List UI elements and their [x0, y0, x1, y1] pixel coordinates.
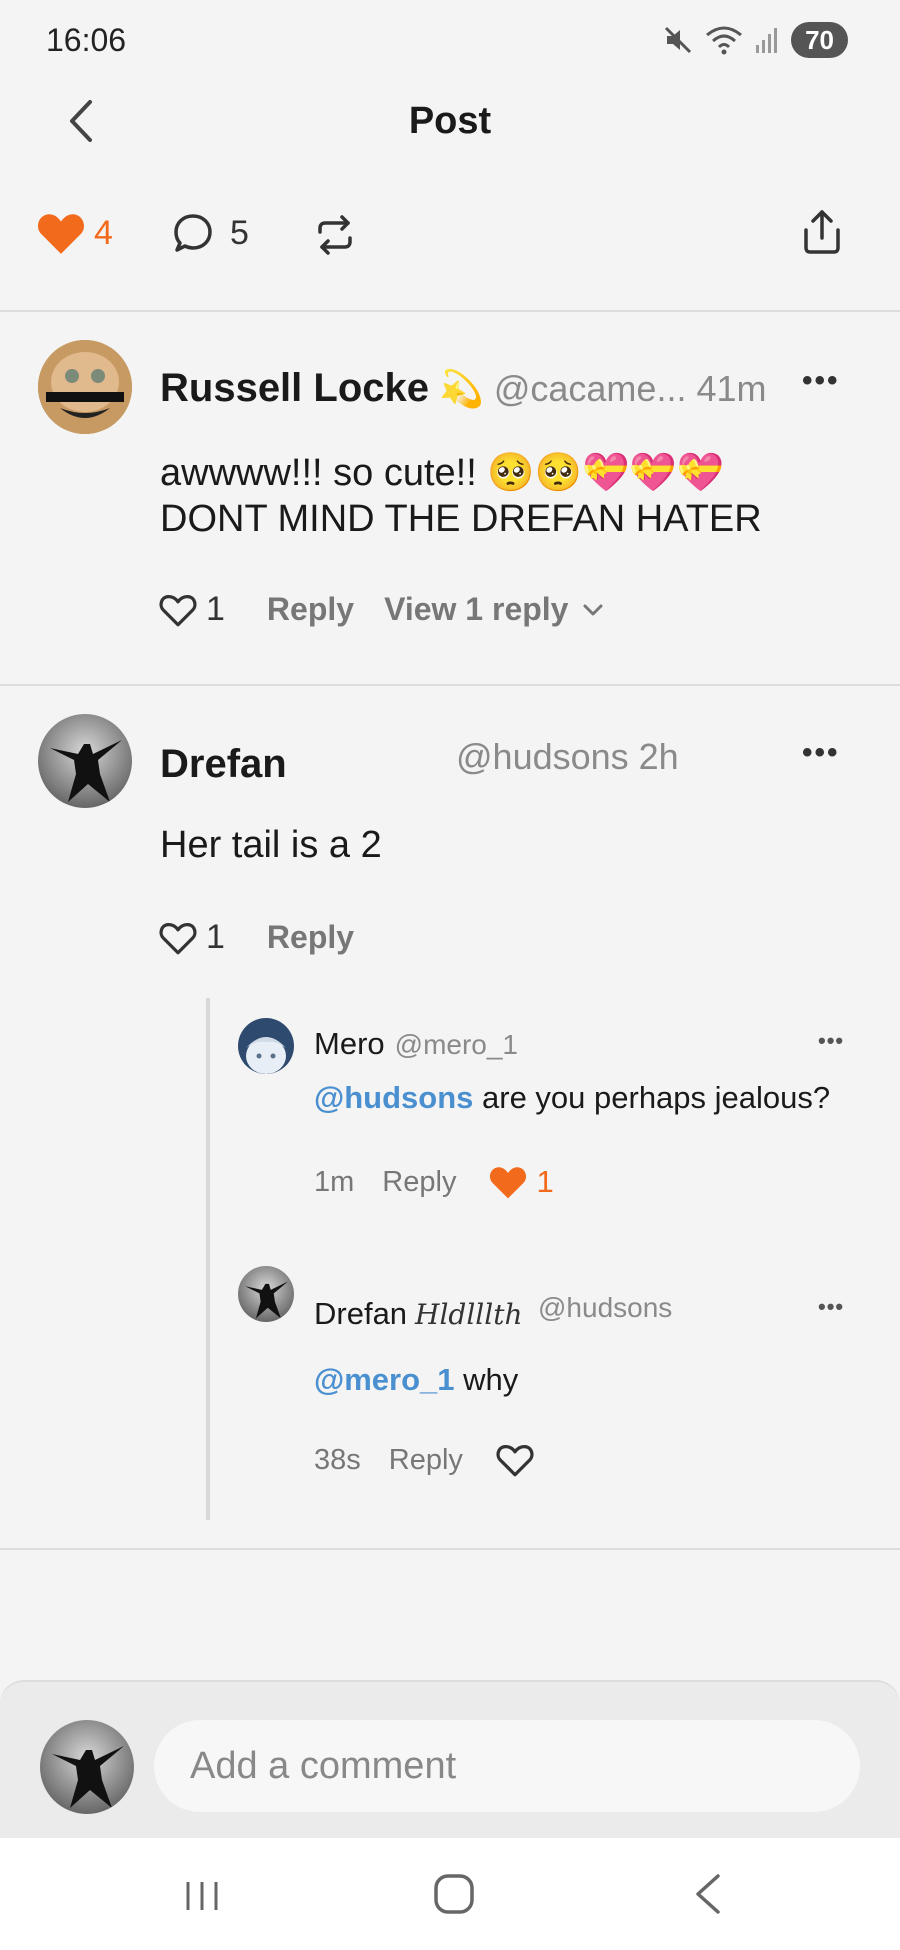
avatar-image: [38, 340, 132, 434]
battery-indicator: 70: [791, 22, 848, 58]
comment-time: 2h: [638, 736, 679, 777]
avatar[interactable]: [238, 1266, 294, 1322]
reply-like-count: 1: [536, 1164, 554, 1199]
heart-outline-icon: [159, 594, 197, 626]
comment-author-handle[interactable]: @hudsons: [456, 736, 629, 778]
reply-author-name[interactable]: Mero: [314, 1026, 385, 1062]
view-replies-label: View 1 reply: [384, 591, 569, 627]
comment-like-button[interactable]: 1: [158, 918, 225, 957]
post-comment-button[interactable]: 5: [172, 212, 249, 254]
post-actions: 4 5: [0, 200, 900, 270]
comment-author-handle[interactable]: @cacame...: [494, 368, 687, 410]
avatar[interactable]: [38, 340, 132, 434]
reply-author-name-suffix: Hldlllth: [415, 1298, 523, 1331]
divider: [0, 684, 900, 686]
comment-time: 41m: [696, 368, 767, 409]
view-replies-button[interactable]: View 1 reply: [384, 591, 604, 628]
post-like-count: 4: [94, 213, 113, 252]
comment-like-button[interactable]: 1: [158, 590, 225, 629]
avatar[interactable]: [40, 1720, 134, 1814]
comment-actions: 1 Reply: [158, 918, 354, 957]
reply-thread-line: [206, 998, 210, 1520]
reply-body: @hudsons are you perhaps jealous?: [314, 1080, 830, 1116]
comment-actions: 1 Reply View 1 reply: [158, 590, 604, 629]
reply-button[interactable]: Reply: [267, 919, 354, 956]
comment-author-name[interactable]: Russell Locke: [160, 366, 429, 411]
wifi-icon: [706, 26, 743, 55]
home-icon[interactable]: [432, 1872, 476, 1916]
page-title: Post: [408, 100, 492, 142]
signal-icon: [756, 28, 778, 53]
reply-time: 1m: [314, 1165, 355, 1198]
reply-text: are you perhaps jealous?: [473, 1080, 831, 1115]
reply-button[interactable]: Reply: [382, 1166, 456, 1199]
recent-apps-icon[interactable]: [182, 1878, 222, 1914]
comment-like-count: 1: [206, 918, 225, 956]
more-dots-icon[interactable]: •••: [818, 1294, 844, 1320]
avatar-image: [38, 714, 132, 808]
divider: [0, 310, 900, 312]
repost-icon[interactable]: [314, 214, 356, 256]
avatar-image: [40, 1720, 134, 1814]
more-dots-icon[interactable]: •••: [802, 364, 840, 398]
comment-text-line: DONT MIND THE DREFAN HATER: [160, 498, 762, 540]
reply-body: @mero_1 why: [314, 1362, 518, 1398]
nav-back-icon[interactable]: [690, 1872, 726, 1916]
heart-filled-icon: [490, 1167, 527, 1199]
reply-actions: 38s Reply: [314, 1442, 535, 1478]
comment-header: @hudsons 2h: [456, 736, 679, 778]
post-comment-count: 5: [230, 213, 249, 252]
avatar-image: [238, 1266, 294, 1322]
comment-author-name[interactable]: Drefan: [160, 742, 287, 787]
reply-time: 38s: [314, 1443, 361, 1476]
heart-outline-icon: [159, 922, 197, 954]
reply-header: Drefan Hldlllth: [314, 1296, 523, 1332]
reply-text: why: [454, 1362, 519, 1397]
avatar[interactable]: [238, 1018, 294, 1074]
comment-input[interactable]: [154, 1720, 860, 1812]
status-bar: 16:06 70: [0, 0, 900, 84]
comment-text-line: awwww!!! so cute!! 🥺🥺💝💝💝: [160, 452, 724, 494]
avatar-image: [238, 1018, 294, 1074]
reply-button[interactable]: Reply: [267, 591, 354, 628]
author-badge: 💫: [439, 368, 484, 409]
reply-author-handle[interactable]: @mero_1: [395, 1029, 518, 1061]
more-dots-icon[interactable]: •••: [818, 1028, 844, 1054]
mention-link[interactable]: @hudsons: [314, 1080, 473, 1115]
avatar[interactable]: [38, 714, 132, 808]
reply-button[interactable]: Reply: [389, 1444, 463, 1477]
reply-actions: 1m Reply 1: [314, 1164, 554, 1200]
more-dots-icon[interactable]: •••: [802, 736, 840, 770]
mention-link[interactable]: @mero_1: [314, 1362, 455, 1397]
status-time: 16:06: [46, 22, 127, 58]
comment-bubble-icon: [174, 214, 212, 252]
comment-header: Russell Locke 💫 @cacame... 41m: [160, 366, 766, 411]
heart-filled-icon: [38, 214, 84, 254]
share-icon[interactable]: [800, 208, 844, 256]
comment-body: awwww!!! so cute!! 🥺🥺💝💝💝 DONT MIND THE D…: [160, 450, 762, 542]
reply-like-button[interactable]: 1: [488, 1164, 554, 1200]
comment-body: Her tail is a 2: [160, 824, 382, 866]
heart-outline-icon[interactable]: [495, 1442, 535, 1478]
system-nav-bar: [0, 1838, 900, 1950]
reply-author-handle[interactable]: @hudsons: [538, 1292, 672, 1324]
status-icons: 70: [663, 22, 848, 58]
divider: [0, 1548, 900, 1550]
reply-author-name[interactable]: Drefan: [314, 1296, 407, 1332]
mute-icon: [665, 26, 692, 54]
chevron-down-icon: [583, 604, 603, 615]
post-like-button[interactable]: 4: [36, 210, 113, 256]
comment-like-count: 1: [206, 590, 225, 628]
reply-header: Mero @mero_1: [314, 1026, 518, 1062]
